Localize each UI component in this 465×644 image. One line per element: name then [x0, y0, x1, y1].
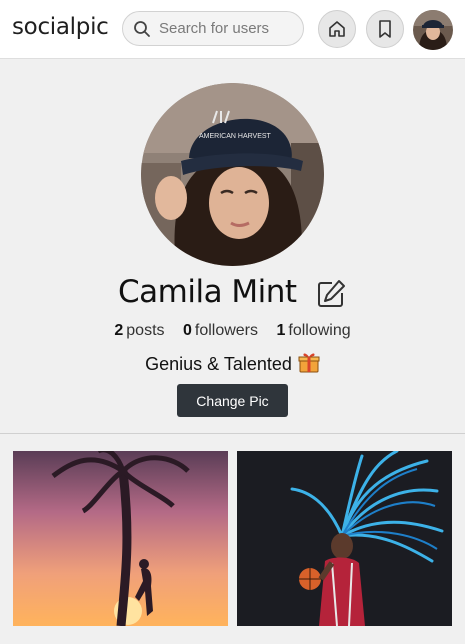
bookmarks-button[interactable] [366, 10, 404, 48]
post-thumbnail-1[interactable] [13, 451, 228, 626]
posts-stat: 2 posts [114, 322, 164, 339]
app-logo[interactable]: socialpic [12, 14, 109, 40]
following-stat[interactable]: 1 following [276, 322, 350, 339]
followers-stat[interactable]: 0 followers [183, 322, 258, 339]
bio-text: Genius & Talented [145, 354, 292, 374]
home-button[interactable] [318, 10, 356, 48]
following-label: following [288, 322, 351, 339]
profile-bio: Genius & Talented [0, 351, 465, 378]
followers-count: 0 [182, 322, 192, 339]
search-input[interactable] [157, 19, 301, 38]
edit-icon [315, 278, 347, 310]
profile-name: Camila Mint [118, 274, 297, 310]
search-icon [133, 20, 151, 38]
change-pic-button[interactable]: Change Pic [177, 384, 288, 417]
followers-label: followers [194, 322, 259, 339]
user-avatar[interactable] [413, 10, 453, 50]
top-navbar: socialpic [0, 0, 465, 59]
edit-profile-button[interactable] [315, 278, 347, 310]
bookmark-icon [376, 19, 394, 39]
gift-icon [298, 351, 320, 378]
home-icon [327, 19, 347, 39]
search-box[interactable] [122, 11, 304, 46]
profile-picture: AMERICAN HARVEST [141, 83, 324, 266]
posts-count: 2 [114, 322, 124, 339]
profile-name-row: Camila Mint [0, 272, 465, 318]
cap-text: AMERICAN HARVEST [199, 133, 272, 140]
following-count: 1 [276, 322, 286, 339]
profile-stats: 2 posts 0 followers 1 following [0, 322, 465, 340]
section-divider [0, 433, 465, 434]
post-thumbnail-2[interactable] [237, 451, 452, 626]
posts-label: posts [126, 322, 165, 339]
